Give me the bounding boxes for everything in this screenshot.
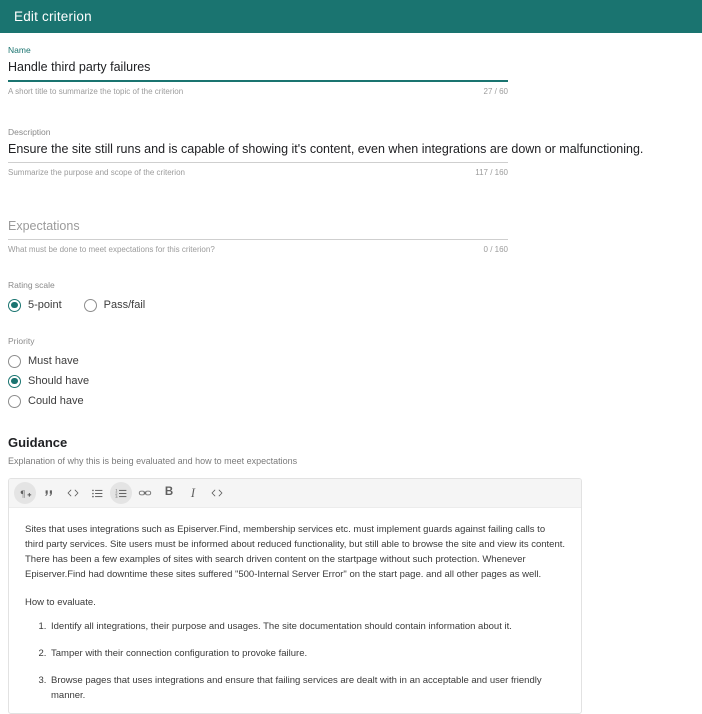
- name-field-hint: A short title to summarize the topic of …: [8, 87, 184, 96]
- radio-label: Should have: [28, 375, 90, 387]
- inline-code-icon[interactable]: [206, 482, 228, 504]
- radio-label: 5-point: [28, 299, 62, 311]
- svg-text:¶: ¶: [20, 488, 25, 499]
- description-field[interactable]: Description Ensure the site still runs a…: [8, 115, 643, 178]
- italic-icon[interactable]: I: [182, 482, 204, 504]
- link-icon[interactable]: [134, 482, 156, 504]
- svg-text:3: 3: [115, 495, 117, 499]
- expectations-field-footer: What must be done to meet expectations f…: [8, 240, 508, 255]
- editor-toolbar: ¶ 1 2 3 B I: [9, 479, 581, 508]
- guidance-title: Guidance: [8, 435, 68, 450]
- name-field-counter: 27 / 60: [483, 87, 508, 96]
- radio-selected-icon: [8, 298, 21, 312]
- rating-scale-label: Rating scale: [8, 280, 55, 290]
- list-item: Browse pages that uses integrations and …: [49, 673, 565, 703]
- radio-unselected-icon: [8, 394, 21, 408]
- app-header: Edit criterion: [0, 0, 702, 33]
- description-input[interactable]: Ensure the site still runs and is capabl…: [8, 138, 643, 162]
- expectations-field-hint: What must be done to meet expectations f…: [8, 245, 215, 254]
- description-field-footer: Summarize the purpose and scope of the c…: [8, 163, 508, 178]
- guidance-ordered-list: Identify all integrations, their purpose…: [25, 619, 565, 703]
- list-item: Tamper with their connection configurati…: [49, 646, 565, 661]
- radio-unselected-icon: [8, 354, 21, 368]
- guidance-paragraph-2: There has been a few examples of sites w…: [25, 554, 542, 580]
- radio-priority-could-have[interactable]: Could have: [8, 392, 694, 410]
- description-field-label: Description: [8, 127, 51, 137]
- guidance-section-header: Guidance Explanation of why this is bein…: [8, 412, 694, 468]
- editor-content[interactable]: Sites that uses integrations such as Epi…: [9, 508, 581, 713]
- guidance-subtitle: Explanation of why this is being evaluat…: [8, 456, 298, 466]
- expectations-field-counter: 0 / 160: [483, 245, 508, 254]
- guidance-paragraph-3: How to evaluate.: [25, 597, 96, 608]
- rating-scale-options: 5-point Pass/fail: [8, 296, 694, 315]
- radio-label: Must have: [28, 355, 79, 367]
- description-field-hint: Summarize the purpose and scope of the c…: [8, 168, 185, 177]
- radio-unselected-icon: [83, 298, 97, 312]
- bulleted-list-icon[interactable]: [86, 482, 108, 504]
- name-input[interactable]: Handle third party failures: [8, 56, 508, 80]
- paragraph-style-icon[interactable]: ¶: [14, 482, 36, 504]
- blockquote-icon[interactable]: [38, 482, 60, 504]
- expectations-field[interactable]: Expectations What must be done to meet e…: [8, 192, 508, 255]
- radio-rating-5-point[interactable]: 5-point: [8, 296, 62, 314]
- rating-scale-group: Rating scale 5-point Pass/fail: [8, 273, 694, 315]
- name-field-label: Name: [8, 45, 31, 55]
- list-item: Identify all integrations, their purpose…: [49, 619, 565, 634]
- name-field-footer: A short title to summarize the topic of …: [8, 82, 508, 97]
- description-field-counter: 117 / 160: [475, 168, 508, 177]
- radio-label: Could have: [28, 395, 84, 407]
- priority-label: Priority: [8, 336, 35, 346]
- code-block-icon[interactable]: [62, 482, 84, 504]
- radio-priority-should-have[interactable]: Should have: [8, 372, 694, 390]
- radio-selected-icon: [8, 374, 21, 388]
- expectations-input[interactable]: Expectations: [8, 215, 508, 239]
- priority-group: Priority Must have Should have Could hav…: [8, 329, 694, 410]
- radio-rating-pass-fail[interactable]: Pass/fail: [83, 296, 146, 314]
- bold-icon[interactable]: B: [158, 482, 180, 504]
- bold-glyph: B: [164, 486, 174, 499]
- italic-glyph: I: [190, 485, 196, 500]
- name-field[interactable]: Name Handle third party failures A short…: [8, 33, 508, 97]
- radio-priority-must-have[interactable]: Must have: [8, 352, 694, 370]
- radio-label: Pass/fail: [103, 299, 146, 311]
- page-title: Edit criterion: [14, 9, 92, 24]
- criterion-form: Name Handle third party failures A short…: [0, 33, 702, 714]
- numbered-list-icon[interactable]: 1 2 3: [110, 482, 132, 504]
- guidance-paragraph-1: Sites that uses integrations such as Epi…: [25, 524, 566, 550]
- guidance-rich-text-editor[interactable]: ¶ 1 2 3 B I Sites that uses integrations…: [8, 478, 582, 714]
